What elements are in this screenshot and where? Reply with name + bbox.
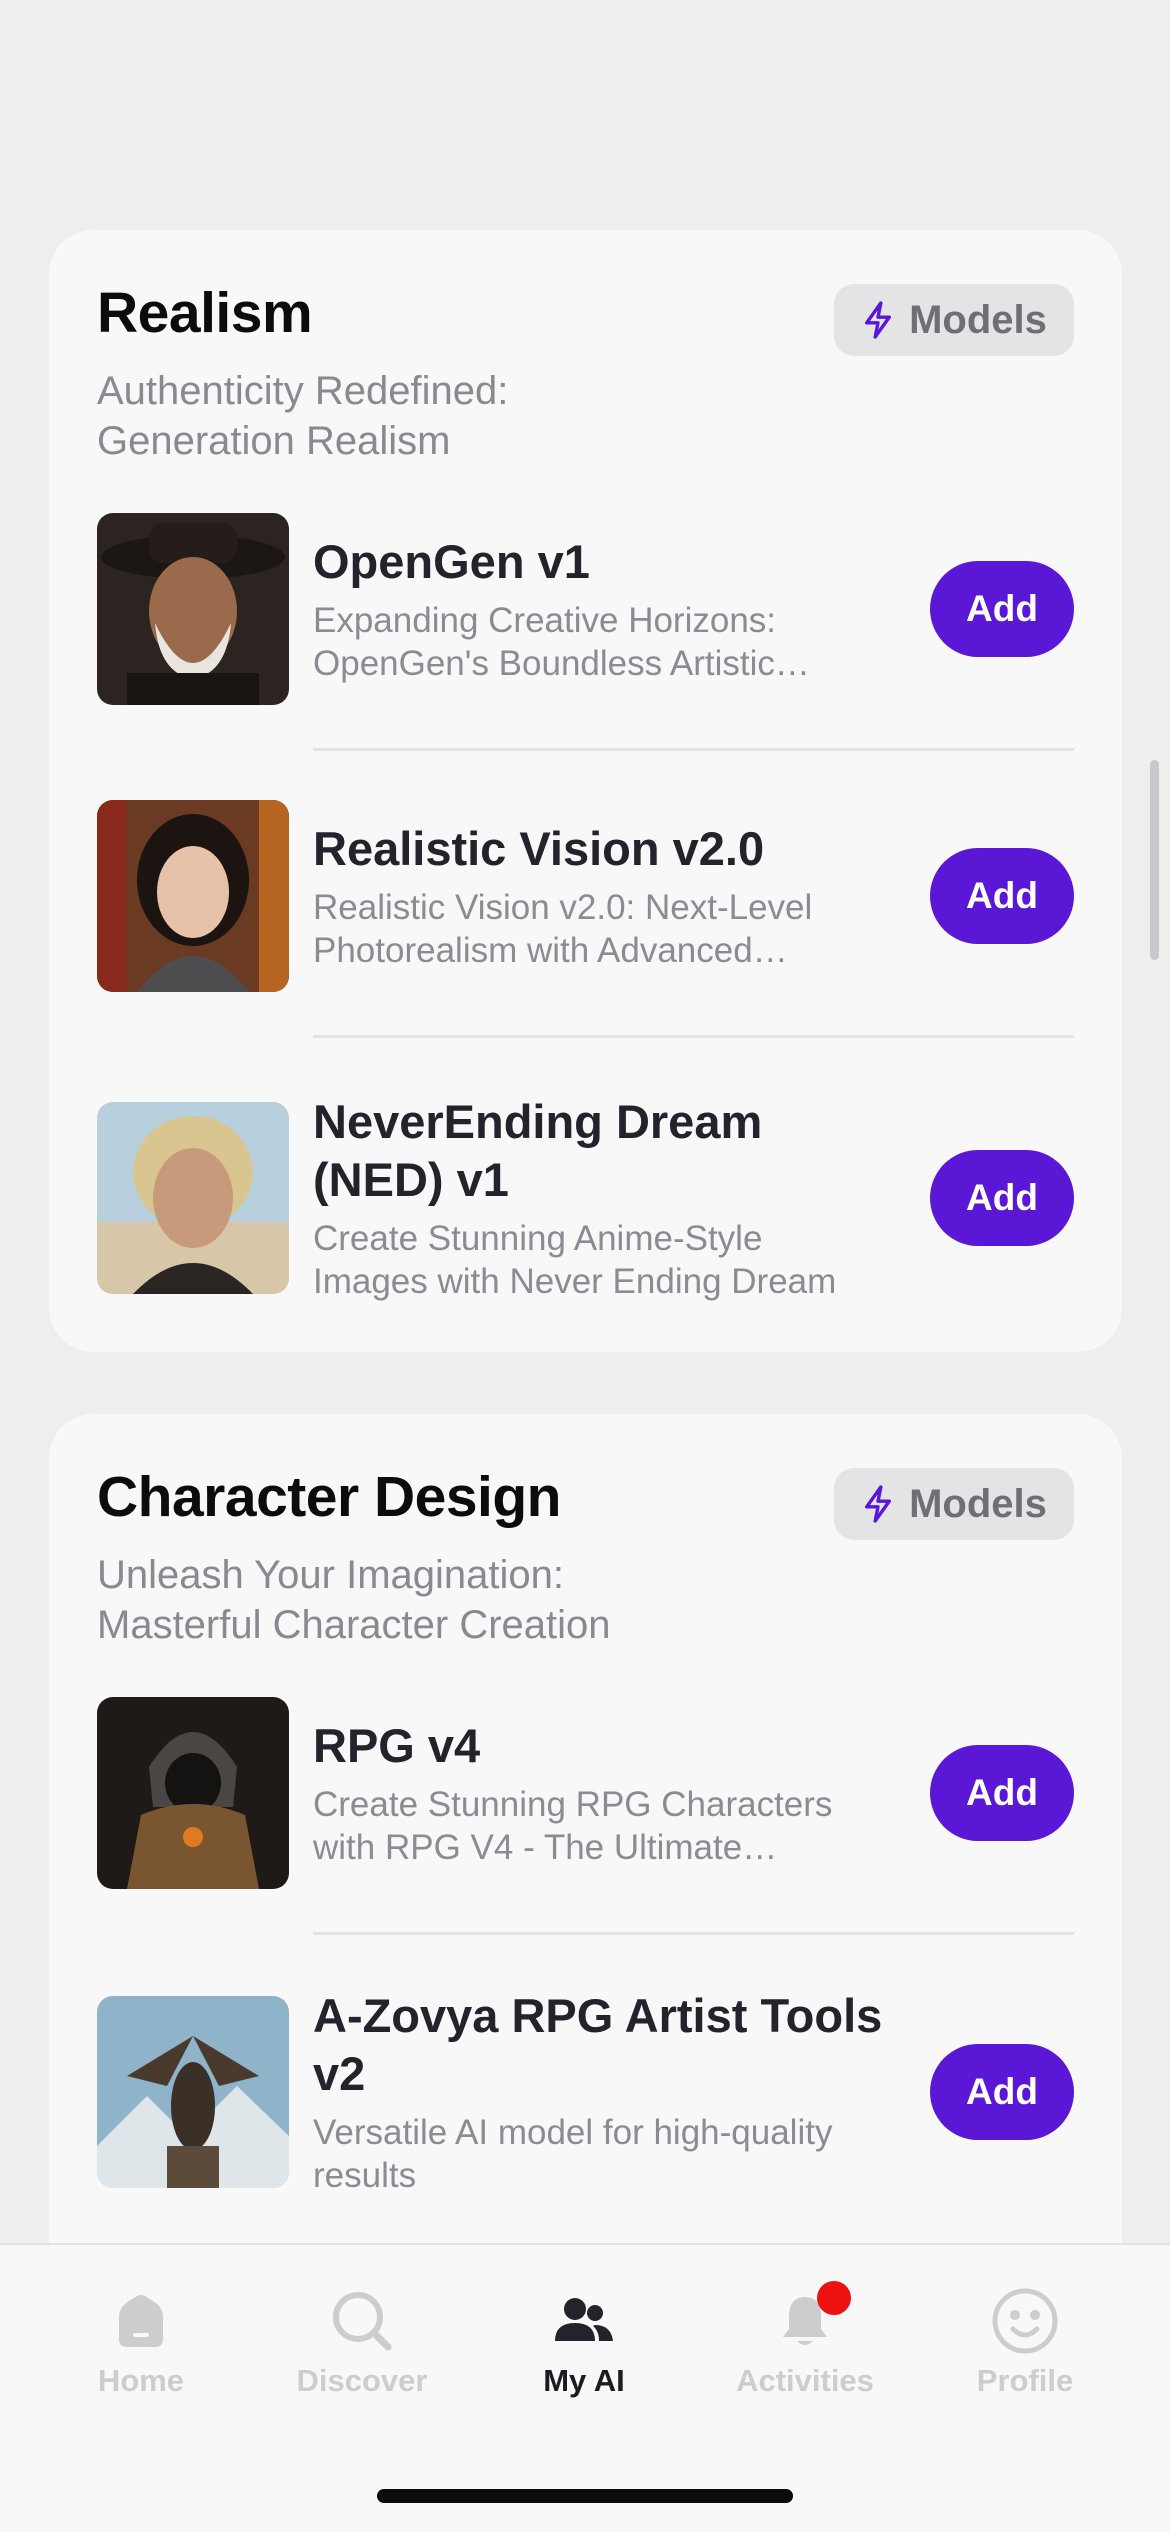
bell-icon bbox=[705, 2281, 905, 2361]
notification-badge bbox=[817, 2281, 851, 2315]
models-label: Models bbox=[909, 1481, 1047, 1526]
realism-section: Realism Authenticity Redefined: Generati… bbox=[49, 230, 1122, 1352]
add-button[interactable]: Add bbox=[930, 1745, 1074, 1841]
model-title: RPG v4 bbox=[313, 1719, 481, 1772]
people-icon bbox=[484, 2281, 684, 2361]
model-title: Realistic Vision v2.0 bbox=[313, 822, 765, 875]
scrollbar[interactable] bbox=[1150, 760, 1159, 960]
model-description: Create Stunning Anime-Style Images with … bbox=[313, 1219, 837, 1301]
lightning-icon bbox=[865, 301, 892, 339]
models-button[interactable]: Models bbox=[834, 284, 1074, 356]
list-item[interactable]: A-Zovya RPG Artist Tools v2 Versatile AI… bbox=[97, 1989, 1074, 2195]
model-title: OpenGen v1 bbox=[313, 535, 590, 588]
divider bbox=[313, 1932, 1074, 1935]
model-text: NeverEnding Dream (NED) v1 Create Stunni… bbox=[313, 1093, 883, 1303]
list-item[interactable]: NeverEnding Dream (NED) v1 Create Stunni… bbox=[97, 1095, 1074, 1301]
divider bbox=[313, 748, 1074, 751]
tab-activities[interactable]: Activities bbox=[705, 2281, 905, 2399]
section-subtitle: Authenticity Redefined: Generation Reali… bbox=[97, 369, 509, 463]
model-title: A-Zovya RPG Artist Tools v2 bbox=[313, 1989, 883, 2100]
model-description: Create Stunning RPG Characters with RPG … bbox=[313, 1785, 833, 1867]
tab-profile[interactable]: Profile bbox=[925, 2281, 1125, 2399]
add-button[interactable]: Add bbox=[930, 561, 1074, 657]
tab-label: Activities bbox=[736, 2363, 874, 2398]
smiley-icon bbox=[925, 2281, 1125, 2361]
models-button[interactable]: Models bbox=[834, 1468, 1074, 1540]
search-icon bbox=[262, 2281, 462, 2361]
models-label: Models bbox=[909, 297, 1047, 342]
lightning-icon bbox=[865, 1485, 892, 1523]
section-title: Realism bbox=[97, 281, 313, 345]
add-button[interactable]: Add bbox=[930, 2044, 1074, 2140]
model-text: RPG v4 Create Stunning RPG Characters wi… bbox=[313, 1717, 883, 1869]
home-indicator bbox=[377, 2489, 793, 2503]
add-button[interactable]: Add bbox=[930, 848, 1074, 944]
model-thumbnail bbox=[97, 1996, 289, 2188]
model-description: Versatile AI model for high-quality resu… bbox=[313, 2113, 833, 2195]
model-description: Expanding Creative Horizons: OpenGen's B… bbox=[313, 601, 777, 683]
model-description: Realistic Vision v2.0: Next-Level Photor… bbox=[313, 888, 813, 970]
divider bbox=[313, 1035, 1074, 1038]
model-thumbnail bbox=[97, 1102, 289, 1294]
tab-label: Home bbox=[97, 2363, 185, 2398]
list-item[interactable]: RPG v4 Create Stunning RPG Characters wi… bbox=[97, 1697, 1074, 1889]
home-icon bbox=[41, 2281, 241, 2361]
model-thumbnail bbox=[97, 513, 289, 705]
section-title: Character Design bbox=[97, 1465, 562, 1529]
model-thumbnail bbox=[97, 1697, 289, 1889]
model-text: OpenGen v1 Expanding Creative Horizons: … bbox=[313, 533, 883, 685]
list-item[interactable]: OpenGen v1 Expanding Creative Horizons: … bbox=[97, 513, 1074, 705]
tab-label: My AI bbox=[543, 2363, 625, 2398]
tab-my-ai[interactable]: My AI bbox=[484, 2281, 684, 2399]
list-item[interactable]: Realistic Vision v2.0 Realistic Vision v… bbox=[97, 800, 1074, 992]
model-thumbnail bbox=[97, 800, 289, 992]
tab-home[interactable]: Home bbox=[41, 2281, 241, 2399]
model-title: NeverEnding Dream (NED) v1 bbox=[313, 1095, 763, 1206]
model-text: Realistic Vision v2.0 Realistic Vision v… bbox=[313, 820, 883, 972]
tab-label: Discover bbox=[296, 2363, 428, 2398]
model-text: A-Zovya RPG Artist Tools v2 Versatile AI… bbox=[313, 1987, 883, 2197]
add-button[interactable]: Add bbox=[930, 1150, 1074, 1246]
tab-label: Profile bbox=[976, 2363, 1074, 2398]
tab-discover[interactable]: Discover bbox=[262, 2281, 462, 2399]
section-subtitle: Unleash Your Imagination: Masterful Char… bbox=[97, 1553, 611, 1647]
